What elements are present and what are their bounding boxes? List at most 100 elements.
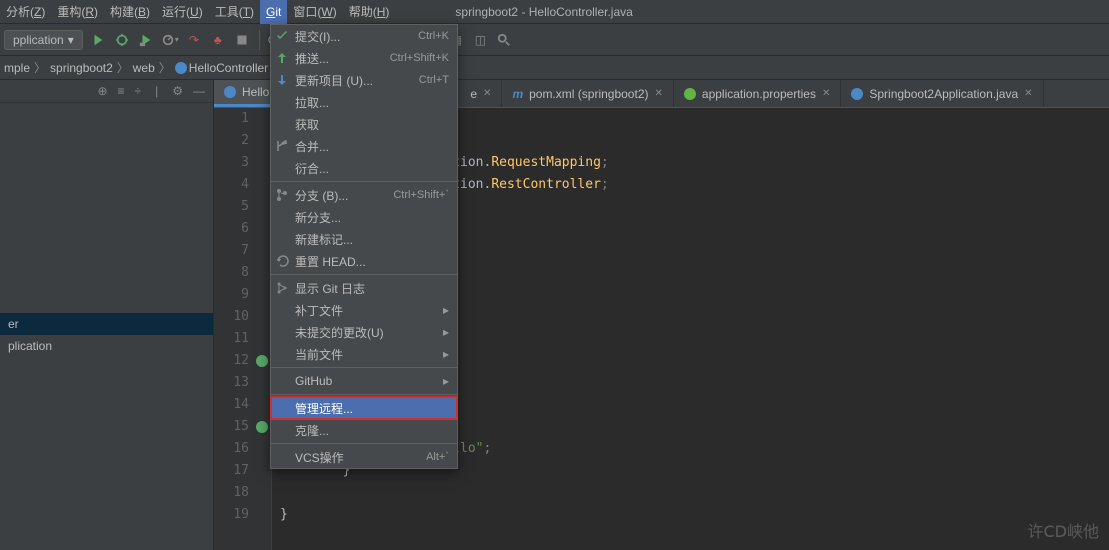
collapse-icon[interactable]: ÷ [135,84,142,98]
project-item[interactable]: plication [0,335,213,357]
gear-icon[interactable]: ⚙ [172,84,183,98]
git-menu-item[interactable]: 克隆... [271,419,457,441]
git-menu-item[interactable]: 提交(I)...Ctrl+K [271,25,457,47]
line-number: 15 [214,416,271,438]
chevron-right-icon: ▸ [443,374,449,388]
hide-icon[interactable]: — [193,84,205,98]
menu-帮助[interactable]: 帮助(H) [343,0,396,24]
debug-icon[interactable] [113,31,131,49]
branch-icon [275,188,289,202]
project-panel: ⊕ ≡ ÷ | ⚙ — erplication [0,80,214,550]
menu-分析[interactable]: 分析(Z) [0,0,51,24]
menu-重构[interactable]: 重构(R) [51,0,104,24]
profile-icon[interactable]: ▾ [161,31,179,49]
menu-构建[interactable]: 构建(B) [104,0,156,24]
chevron-right-icon: 〉 [34,59,46,76]
coverage-icon[interactable] [137,31,155,49]
line-number: 17 [214,460,271,482]
check-icon [275,29,289,43]
git-menu-item[interactable]: 管理远程... [271,397,457,419]
git-menu-item[interactable]: 推送...Ctrl+Shift+K [271,47,457,69]
layout-icon[interactable]: ◫ [471,31,489,49]
watermark: 许ⅭⅮ峡他 [1028,518,1100,542]
chevron-right-icon: ▸ [443,303,449,317]
menu-工具[interactable]: 工具(T) [209,0,260,24]
git-menu-item[interactable]: 更新项目 (U)...Ctrl+T [271,69,457,91]
git-menu-item[interactable]: VCS操作Alt+` [271,446,457,468]
git-menu-popup: 提交(I)...Ctrl+K推送...Ctrl+Shift+K更新项目 (U).… [270,24,458,469]
line-number: 12 [214,350,271,372]
line-number: 3 [214,152,271,174]
run-icon[interactable] [89,31,107,49]
line-number: 4 [214,174,271,196]
code-line [280,482,1109,504]
project-tree[interactable]: erplication [0,313,213,357]
crumb-mple[interactable]: mple [4,61,30,75]
menu-separator [271,394,457,395]
update-icon [275,73,289,87]
line-number: 14 [214,394,271,416]
close-icon[interactable]: ✕ [822,88,830,99]
chevron-right-icon: ▸ [443,325,449,339]
line-number: 18 [214,482,271,504]
menu-Git[interactable]: Git [260,0,287,24]
git-menu-item[interactable]: 显示 Git 日志 [271,277,457,299]
line-number: 9 [214,284,271,306]
run-gutter-icon[interactable] [255,354,269,368]
git-menu-item[interactable]: 获取 [271,113,457,135]
git-menu-item[interactable]: 新分支... [271,206,457,228]
line-number: 13 [214,372,271,394]
gutter: 12345678910111213141516171819 [214,108,272,550]
git-menu-item[interactable]: 分支 (B)...Ctrl+Shift+` [271,184,457,206]
expand-icon[interactable]: ≡ [118,84,125,98]
git-menu-item[interactable]: 拉取... [271,91,457,113]
chevron-down-icon: ▾ [68,33,74,47]
line-number: 6 [214,218,271,240]
push-icon [275,51,289,65]
menu-运行[interactable]: 运行(U) [156,0,209,24]
code-line: } [280,504,1109,526]
editor-tab[interactable]: application.properties✕ [674,80,841,107]
main-toolbar: pplication ▾ ▾ ↷ ♣ Git: ↶ ↷ 🔧 ▦ ◫ [0,24,1109,56]
chevron-right-icon: 〉 [117,59,129,76]
breadcrumb: mple 〉 springboot2 〉 web 〉 HelloController [0,56,1109,80]
line-number: 1 [214,108,271,130]
editor-tab[interactable]: Springboot2Application.java✕ [841,80,1043,107]
git-menu-item[interactable]: 重置 HEAD... [271,250,457,272]
target-icon[interactable]: ⊕ [97,84,107,98]
run-config-combo[interactable]: pplication ▾ [4,30,83,50]
run-gutter-icon[interactable] [255,420,269,434]
line-number: 5 [214,196,271,218]
menu-窗口[interactable]: 窗口(W) [287,0,342,24]
tool1-icon[interactable]: ↷ [185,31,203,49]
line-number: 8 [214,262,271,284]
log-icon [275,281,289,295]
merge-icon [275,139,289,153]
git-menu-item[interactable]: 衍合... [271,157,457,179]
crumb-springboot2[interactable]: springboot2 [50,61,113,75]
line-number: 7 [214,240,271,262]
line-number: 11 [214,328,271,350]
line-number: 2 [214,130,271,152]
git-menu-item[interactable]: 未提交的更改(U)▸ [271,321,457,343]
git-menu-item[interactable]: GitHub▸ [271,370,457,392]
search-icon[interactable] [495,31,513,49]
git-menu-item[interactable]: 当前文件▸ [271,343,457,365]
line-number: 10 [214,306,271,328]
git-menu-item[interactable]: 补丁文件▸ [271,299,457,321]
editor-tab[interactable]: mpom.xml (springboot2)✕ [502,80,673,107]
close-icon[interactable]: ✕ [1024,88,1032,99]
stop-icon[interactable] [233,31,251,49]
close-icon[interactable]: ✕ [655,88,663,99]
toolbar-separator [259,30,260,50]
menu-separator [271,367,457,368]
project-item[interactable]: er [0,313,213,335]
menu-separator [271,181,457,182]
crumb-HelloController[interactable]: HelloController [175,61,268,75]
chevron-right-icon: 〉 [159,59,171,76]
crumb-web[interactable]: web [133,61,155,75]
git-menu-item[interactable]: 合并... [271,135,457,157]
git-menu-item[interactable]: 新建标记... [271,228,457,250]
tool2-icon[interactable]: ♣ [209,31,227,49]
menubar: 分析(Z)重构(R)构建(B)运行(U)工具(T)Git窗口(W)帮助(H)sp… [0,0,1109,24]
